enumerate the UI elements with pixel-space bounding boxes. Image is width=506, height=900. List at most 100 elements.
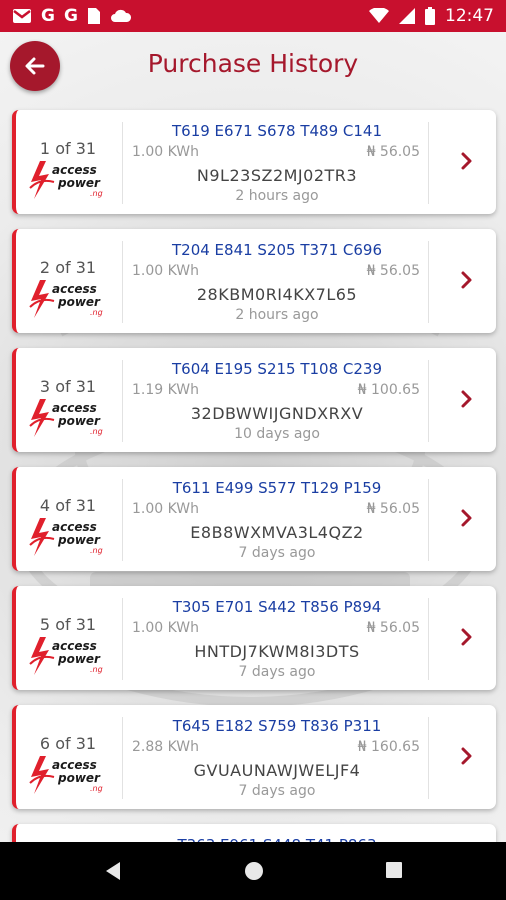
purchase-count: 3 of 31 (39, 377, 97, 396)
svg-text:access: access (52, 520, 97, 534)
divider (122, 360, 123, 442)
meter-number: GVUAUNAWJWELJF4 (193, 761, 361, 780)
divider (428, 479, 429, 561)
home-nav-icon[interactable] (244, 861, 264, 881)
purchase-count: 1 of 31 (39, 139, 97, 158)
svg-text:.ng: .ng (90, 784, 103, 793)
card-left-panel: 1 of 31 access power .ng (16, 110, 122, 214)
divider (122, 122, 123, 204)
gmail-icon (12, 8, 32, 24)
token-number: T619 E671 S678 T489 C141 (171, 122, 383, 140)
wifi-icon (369, 8, 389, 24)
svg-text:power: power (57, 176, 101, 190)
purchase-count: 2 of 31 (39, 258, 97, 277)
purchase-count: 4 of 31 (39, 496, 97, 515)
divider (122, 598, 123, 680)
svg-text:.ng: .ng (90, 665, 103, 674)
google-icon: G (41, 6, 55, 26)
clock: 12:47 (445, 6, 494, 26)
svg-text:.ng: .ng (90, 427, 103, 436)
battery-icon (425, 7, 435, 25)
divider (428, 241, 429, 323)
cloud-icon (110, 9, 132, 23)
sim-card-icon (87, 7, 101, 25)
svg-text:access: access (52, 758, 97, 772)
back-nav-icon[interactable] (104, 861, 122, 881)
divider (428, 598, 429, 680)
units-kwh: 2.88 KWh (132, 739, 200, 755)
units-kwh: 1.00 KWh (132, 620, 200, 636)
purchase-time: 7 days ago (238, 664, 316, 680)
meter-number: HNTDJ7KWM8I3DTS (194, 642, 360, 661)
svg-text:access: access (52, 639, 97, 653)
units-kwh: 1.00 KWh (132, 501, 200, 517)
notification-icons: G G (12, 6, 132, 26)
navigation-bar (0, 842, 506, 900)
purchase-time: 10 days ago (234, 426, 320, 442)
purchase-count: 6 of 31 (39, 734, 97, 753)
app-content: Purchase History 1 of 31 access power .n… (0, 32, 506, 842)
units-kwh: 1.19 KWh (132, 382, 200, 398)
token-number: T204 E841 S205 T371 C696 (171, 241, 383, 259)
chevron-right-icon[interactable] (460, 269, 474, 291)
signal-icon (399, 8, 415, 24)
amount-naira: ₦ 160.65 (357, 739, 420, 755)
card-left-panel: 6 of 31 access power .ng (16, 705, 122, 809)
purchase-time: 2 hours ago (235, 307, 319, 323)
amount-naira: ₦ 56.05 (366, 620, 420, 636)
amount-naira: ₦ 56.05 (366, 144, 420, 160)
svg-text:.ng: .ng (90, 308, 103, 317)
access-power-logo: access power .ng (29, 399, 103, 437)
purchase-time: 2 hours ago (235, 188, 319, 204)
chevron-right-icon[interactable] (460, 150, 474, 172)
access-power-logo: access power .ng (29, 280, 103, 318)
access-power-logo: access power .ng (29, 518, 103, 556)
meter-number: 28KBM0RI4KX7L65 (196, 285, 358, 304)
purchase-card[interactable]: 2 of 31 access power .ng T204 E841 S205 … (12, 229, 496, 333)
google-icon: G (63, 6, 78, 26)
system-status: 12:47 (369, 6, 494, 26)
divider (122, 479, 123, 561)
recents-nav-icon[interactable] (385, 861, 403, 879)
purchase-card-partial[interactable]: T363 E961 S448 T41 P863 (12, 824, 496, 842)
purchase-card[interactable]: 6 of 31 access power .ng T645 E182 S759 … (12, 705, 496, 809)
divider (122, 241, 123, 323)
chevron-right-icon[interactable] (460, 626, 474, 648)
card-left-panel: 2 of 31 access power .ng (16, 229, 122, 333)
purchase-count: 5 of 31 (39, 615, 97, 634)
status-bar: G G 12:47 (0, 0, 506, 32)
svg-text:access: access (52, 282, 97, 296)
divider (428, 122, 429, 204)
purchase-card[interactable]: 4 of 31 access power .ng T611 E499 S577 … (12, 467, 496, 571)
purchase-card[interactable]: 1 of 31 access power .ng T619 E671 S678 … (12, 110, 496, 214)
amount-naira: ₦ 100.65 (357, 382, 420, 398)
chevron-right-icon[interactable] (460, 507, 474, 529)
purchase-list: 1 of 31 access power .ng T619 E671 S678 … (12, 110, 496, 842)
amount-naira: ₦ 56.05 (366, 501, 420, 517)
units-kwh: 1.00 KWh (132, 263, 200, 279)
token-number: T305 E701 S442 T856 P894 (172, 598, 382, 616)
access-power-logo: access power .ng (29, 161, 103, 199)
divider (428, 360, 429, 442)
meter-number: N9L23SZ2MJ02TR3 (196, 166, 358, 185)
svg-text:power: power (57, 771, 101, 785)
amount-naira: ₦ 56.05 (366, 263, 420, 279)
card-left-panel: 5 of 31 access power .ng (16, 586, 122, 690)
divider (122, 717, 123, 799)
app-header: Purchase History (0, 32, 506, 102)
svg-text:access: access (52, 163, 97, 177)
units-kwh: 1.00 KWh (132, 144, 200, 160)
access-power-logo: access power .ng (29, 756, 103, 794)
svg-text:access: access (52, 401, 97, 415)
purchase-card[interactable]: 5 of 31 access power .ng T305 E701 S442 … (12, 586, 496, 690)
token-number: T645 E182 S759 T836 P311 (172, 717, 382, 735)
purchase-time: 7 days ago (238, 783, 316, 799)
card-left-panel: 4 of 31 access power .ng (16, 467, 122, 571)
chevron-right-icon[interactable] (460, 388, 474, 410)
page-title: Purchase History (147, 49, 359, 78)
divider (428, 717, 429, 799)
meter-number: 32DBWWIJGNDXRXV (190, 404, 364, 423)
purchase-card[interactable]: 3 of 31 access power .ng T604 E195 S215 … (12, 348, 496, 452)
chevron-right-icon[interactable] (460, 745, 474, 767)
card-left-panel: 3 of 31 access power .ng (16, 348, 122, 452)
